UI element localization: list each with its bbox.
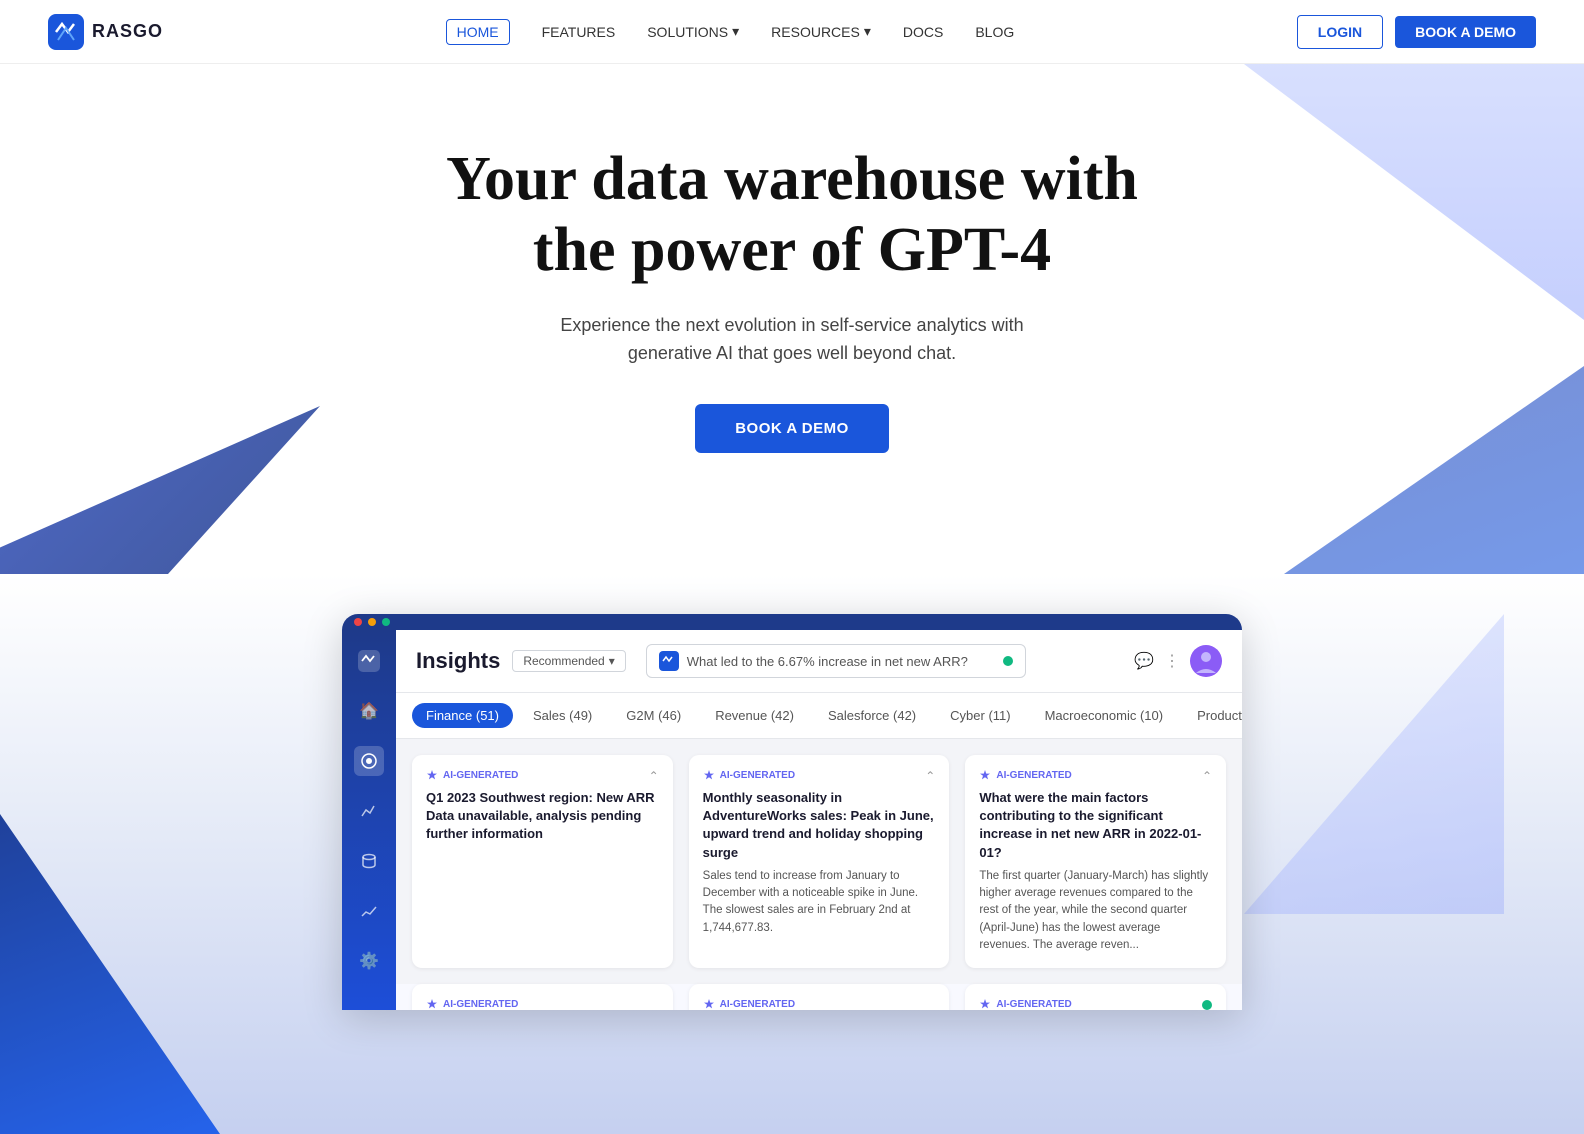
nav-home[interactable]: HOME	[446, 19, 510, 45]
sidebar-settings-icon[interactable]: ⚙️	[354, 946, 384, 976]
book-demo-nav-button[interactable]: BOOK A DEMO	[1395, 16, 1536, 48]
app-inner: 🏠	[342, 630, 1242, 1010]
sidebar-home-icon[interactable]: 🏠	[354, 696, 384, 726]
nav-blog[interactable]: BLOG	[975, 24, 1014, 40]
chevron-down-icon: ▾	[732, 23, 739, 40]
avatar[interactable]	[1190, 645, 1222, 677]
window-minimize-dot	[368, 618, 376, 626]
chevron-down-icon: ▾	[609, 654, 615, 668]
ai-star-icon	[703, 998, 715, 1010]
chat-icon[interactable]: 💬	[1134, 651, 1154, 671]
card-row2-item2[interactable]: AI-GENERATED	[689, 984, 950, 1010]
ai-badge: AI-GENERATED	[703, 998, 795, 1010]
card-title: Monthly seasonality in AdventureWorks sa…	[703, 789, 936, 862]
nav-features[interactable]: FEATURES	[542, 24, 616, 40]
tab-revenue[interactable]: Revenue (42)	[701, 703, 808, 728]
sidebar-analytics-icon[interactable]	[354, 796, 384, 826]
tab-finance[interactable]: Finance (51)	[412, 703, 513, 728]
collapse-icon[interactable]: ⌃	[1202, 769, 1212, 789]
hero-subtitle: Experience the next evolution in self-se…	[552, 311, 1032, 369]
ai-star-icon	[979, 998, 991, 1010]
collapse-icon[interactable]: ⌃	[649, 769, 659, 789]
ai-badge: AI-GENERATED	[703, 769, 795, 781]
rasgo-search-icon	[659, 651, 679, 671]
ai-badge: AI-GENERATED	[426, 769, 518, 781]
ai-badge: AI-GENERATED	[426, 998, 518, 1010]
logo-text: RASGO	[92, 21, 163, 42]
hero-bg-right-top	[1244, 64, 1584, 384]
ai-star-icon	[426, 769, 438, 781]
app-bg-left	[0, 734, 220, 1134]
tab-g2m[interactable]: G2M (46)	[612, 703, 695, 728]
app-section: 🏠	[0, 574, 1584, 1134]
hero-title: Your data warehouse with the power of GP…	[442, 144, 1142, 287]
sidebar-chart-icon[interactable]	[354, 896, 384, 926]
header-actions: 💬 ⋮	[1134, 645, 1222, 677]
nav-solutions[interactable]: SOLUTIONS ▾	[647, 23, 739, 40]
card-net-arr-factors[interactable]: AI-GENERATED ⌃ What were the main factor…	[965, 755, 1226, 968]
green-dot-status	[1202, 1000, 1212, 1010]
hero-section: Your data warehouse with the power of GP…	[0, 64, 1584, 574]
card-title: Q1 2023 Southwest region: New ARR Data u…	[426, 789, 659, 844]
card-q1-southwest[interactable]: AI-GENERATED ⌃ Q1 2023 Southwest region:…	[412, 755, 673, 968]
sidebar-insights-icon[interactable]	[354, 746, 384, 776]
window-maximize-dot	[382, 618, 390, 626]
app-cards-row1: AI-GENERATED ⌃ Q1 2023 Southwest region:…	[396, 739, 1242, 984]
app-bg-right	[1244, 614, 1504, 914]
recommended-tag[interactable]: Recommended ▾	[512, 650, 625, 672]
tab-product[interactable]: Product (5)	[1183, 703, 1242, 728]
search-text: What led to the 6.67% increase in net ne…	[687, 654, 995, 669]
sidebar-logo-icon	[354, 646, 384, 676]
card-title: What were the main factors contributing …	[979, 789, 1212, 862]
app-tabs: Finance (51) Sales (49) G2M (46) Revenue…	[396, 693, 1242, 739]
card-monthly-seasonality[interactable]: AI-GENERATED ⌃ Monthly seasonality in Ad…	[689, 755, 950, 968]
app-title: Insights	[416, 648, 500, 674]
app-window: 🏠	[342, 614, 1242, 1010]
card-row2-item3[interactable]: AI-GENERATED	[965, 984, 1226, 1010]
collapse-icon[interactable]: ⌃	[925, 769, 935, 789]
ai-star-icon	[426, 998, 438, 1010]
search-bar[interactable]: What led to the 6.67% increase in net ne…	[646, 644, 1026, 678]
nav-actions: LOGIN BOOK A DEMO	[1297, 15, 1536, 49]
app-cards-row2: AI-GENERATED Projections based on propos…	[396, 984, 1242, 1010]
nav-docs[interactable]: DOCS	[903, 24, 943, 40]
app-main: Insights Recommended ▾ What led to the 6…	[396, 630, 1242, 1010]
tab-sales[interactable]: Sales (49)	[519, 703, 606, 728]
app-sidebar: 🏠	[342, 630, 396, 1010]
card-projections[interactable]: AI-GENERATED Projections based on propos…	[412, 984, 673, 1010]
logo[interactable]: RASGO	[48, 14, 163, 50]
nav-links: HOME FEATURES SOLUTIONS ▾ RESOURCES ▾ DO…	[446, 19, 1015, 45]
sidebar-database-icon[interactable]	[354, 846, 384, 876]
tab-macroeconomic[interactable]: Macroeconomic (10)	[1031, 703, 1178, 728]
ai-badge: AI-GENERATED	[979, 769, 1071, 781]
navbar: RASGO HOME FEATURES SOLUTIONS ▾ RESOURCE…	[0, 0, 1584, 64]
app-header: Insights Recommended ▾ What led to the 6…	[396, 630, 1242, 693]
login-button[interactable]: LOGIN	[1297, 15, 1383, 49]
tab-salesforce[interactable]: Salesforce (42)	[814, 703, 930, 728]
nav-resources[interactable]: RESOURCES ▾	[771, 23, 871, 40]
ai-star-icon	[979, 769, 991, 781]
ai-badge: AI-GENERATED	[979, 998, 1071, 1010]
window-close-dot	[354, 618, 362, 626]
hero-bg-left	[0, 154, 320, 574]
book-demo-hero-button[interactable]: BOOK A DEMO	[695, 404, 889, 453]
card-text: Sales tend to increase from January to D…	[703, 868, 936, 937]
hero-bg-right-bottom	[1284, 314, 1584, 574]
more-options-icon[interactable]: ⋮	[1164, 651, 1180, 671]
tab-cyber[interactable]: Cyber (11)	[936, 703, 1024, 728]
app-topbar	[342, 614, 1242, 630]
card-text: The first quarter (January-March) has sl…	[979, 868, 1212, 954]
ai-star-icon	[703, 769, 715, 781]
chevron-down-icon: ▾	[864, 23, 871, 40]
online-status-dot	[1003, 656, 1013, 666]
